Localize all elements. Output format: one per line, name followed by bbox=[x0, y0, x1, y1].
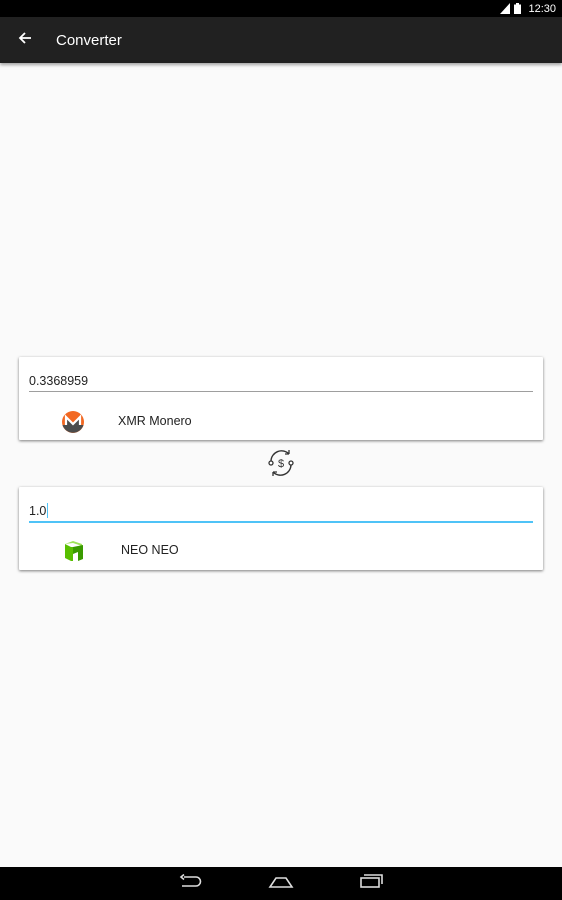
home-nav-icon bbox=[268, 875, 294, 893]
nav-bar bbox=[0, 867, 562, 900]
to-amount-input[interactable] bbox=[29, 501, 533, 521]
svg-text:$: $ bbox=[278, 458, 284, 470]
status-bar: 12:30 bbox=[0, 0, 562, 17]
neo-icon bbox=[62, 539, 86, 563]
text-caret bbox=[47, 503, 48, 518]
recents-nav-icon bbox=[359, 874, 383, 893]
arrow-back-icon bbox=[18, 31, 32, 50]
monero-icon bbox=[61, 410, 85, 434]
from-amount-underline bbox=[29, 391, 533, 392]
to-amount-underline bbox=[29, 521, 533, 523]
app-bar: Converter bbox=[0, 17, 562, 63]
battery-icon bbox=[514, 3, 524, 14]
signal-icon bbox=[500, 3, 511, 14]
recents-nav-button[interactable] bbox=[356, 869, 386, 899]
currency-swap-icon: $ bbox=[263, 445, 299, 486]
from-amount-input[interactable] bbox=[29, 371, 533, 391]
from-currency-label[interactable]: XMR Monero bbox=[118, 414, 192, 428]
to-currency-card: NEO NEO bbox=[19, 487, 543, 570]
back-nav-icon bbox=[178, 873, 204, 893]
home-nav-button[interactable] bbox=[266, 869, 296, 899]
to-currency-label[interactable]: NEO NEO bbox=[121, 543, 179, 557]
page-title: Converter bbox=[56, 31, 122, 49]
swap-button[interactable]: $ bbox=[263, 447, 299, 483]
back-nav-button[interactable] bbox=[176, 869, 206, 899]
status-time: 12:30 bbox=[528, 2, 556, 15]
from-currency-card: XMR Monero bbox=[19, 357, 543, 440]
back-button[interactable] bbox=[2, 17, 48, 63]
